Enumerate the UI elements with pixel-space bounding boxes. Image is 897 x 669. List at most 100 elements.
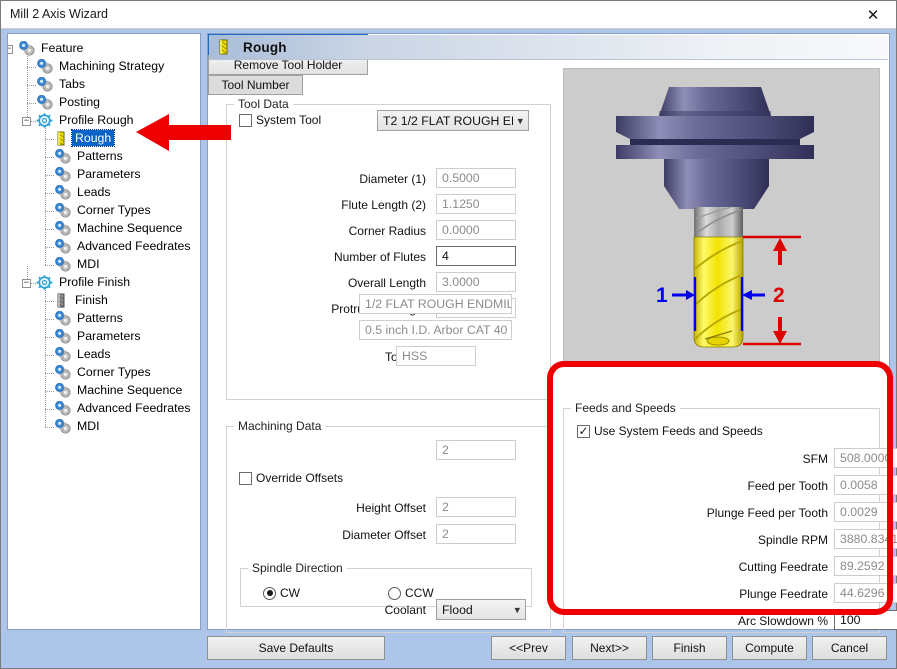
window-title: Mill 2 Axis Wizard bbox=[10, 7, 108, 21]
chevron-down-icon: ▾ bbox=[514, 603, 520, 616]
tool-data-legend: Tool Data bbox=[234, 97, 293, 111]
sfm-field[interactable]: 508.0000 bbox=[834, 448, 897, 468]
arc-slowdown-label: Arc Slowdown % bbox=[737, 614, 828, 628]
gear-blue-icon bbox=[18, 40, 35, 56]
preview-callout-1: 1 bbox=[656, 284, 668, 307]
tool-material-field[interactable]: HSS bbox=[396, 346, 476, 366]
tree-item-leads[interactable]: Leads bbox=[8, 344, 200, 364]
use-system-feeds-checkbox[interactable]: ✓ Use System Feeds and Speeds bbox=[577, 424, 763, 438]
page-title: Rough bbox=[243, 39, 287, 55]
spindle-cw-radio-box[interactable] bbox=[263, 586, 276, 600]
tree-item-corner types[interactable]: Corner Types bbox=[8, 362, 200, 382]
spindle-rpm-field[interactable]: 3880.8341 bbox=[834, 529, 897, 549]
diameter-1-field[interactable]: 0.5000 bbox=[436, 168, 516, 188]
tree-item-label: Profile Finish bbox=[59, 275, 131, 289]
tree-item-machine sequence[interactable]: Machine Sequence bbox=[8, 218, 200, 238]
spindle-ccw-radio-box[interactable] bbox=[388, 586, 401, 600]
dialog-body: − Feature Machining Stra bbox=[1, 29, 897, 668]
tree-item-label: Parameters bbox=[77, 167, 141, 181]
save-defaults-button[interactable]: Save Defaults bbox=[207, 636, 385, 660]
tool-label-field[interactable]: 1/2 FLAT ROUGH ENDMILL - STA bbox=[359, 294, 512, 314]
tree-item-parameters[interactable]: Parameters bbox=[8, 326, 200, 346]
content-header: Rough bbox=[209, 35, 888, 60]
gear-blue-icon bbox=[54, 310, 71, 326]
override-offsets-checkbox[interactable]: Override Offsets bbox=[239, 471, 343, 485]
tree-item-tabs[interactable]: Tabs bbox=[8, 74, 200, 94]
tree-item-machine sequence[interactable]: Machine Sequence bbox=[8, 380, 200, 400]
tree-item-label: Leads bbox=[77, 185, 111, 199]
system-tool-checkbox-box[interactable] bbox=[239, 113, 252, 127]
finish-button[interactable]: Finish bbox=[652, 636, 727, 660]
gear-blue-icon bbox=[54, 202, 71, 218]
sfm-label: SFM bbox=[802, 452, 828, 466]
tree-item-patterns[interactable]: Patterns bbox=[8, 146, 200, 166]
tree-item-posting[interactable]: Posting bbox=[8, 92, 200, 112]
tree-item-label: Machine Sequence bbox=[77, 383, 183, 397]
tree-item-label: Parameters bbox=[77, 329, 141, 343]
system-tool-checkbox[interactable]: System Tool bbox=[239, 113, 321, 127]
gear-blue-icon bbox=[36, 76, 53, 92]
tree-item-mdi[interactable]: MDI bbox=[8, 254, 200, 274]
tree-item-corner types[interactable]: Corner Types bbox=[8, 200, 200, 220]
override-offsets-checkbox-box[interactable] bbox=[239, 471, 252, 485]
cutting-feedrate-field[interactable]: 89.2592 bbox=[834, 556, 897, 576]
spindle-rpm-label: Spindle RPM bbox=[757, 533, 828, 547]
spindle-direction-ccw-radio[interactable]: CCW bbox=[388, 586, 434, 600]
use-system-feeds-checkbox-box[interactable]: ✓ bbox=[577, 424, 590, 438]
compute-button[interactable]: Compute bbox=[732, 636, 807, 660]
flute-length-2-field[interactable]: 1.1250 bbox=[436, 194, 516, 214]
spindle-direction-cw-radio[interactable]: CW bbox=[263, 586, 300, 600]
gear-blue-icon bbox=[54, 166, 71, 182]
tree-item-patterns[interactable]: Patterns bbox=[8, 308, 200, 328]
tree-item-leads[interactable]: Leads bbox=[8, 182, 200, 202]
height-offset-field[interactable]: 2 bbox=[436, 497, 516, 517]
tree-item-parameters[interactable]: Parameters bbox=[8, 164, 200, 184]
tree-item-rough[interactable]: Rough bbox=[8, 128, 200, 148]
tool-select-dropdown[interactable]: T2 1/2 FLAT ROUGH ENDMILl ▾ bbox=[377, 110, 529, 131]
gear-blue-icon bbox=[54, 184, 71, 200]
gear-blue-icon bbox=[36, 58, 53, 74]
gear-blue-icon bbox=[54, 346, 71, 362]
cutting-feedrate-label: Cutting Feedrate bbox=[738, 560, 828, 574]
coolant-label: Coolant bbox=[384, 603, 426, 617]
coolant-dropdown[interactable]: Flood ▾ bbox=[436, 599, 526, 620]
corner-radius-field[interactable]: 0.0000 bbox=[436, 220, 516, 240]
tool-number-button[interactable]: Tool Number bbox=[208, 75, 303, 95]
mill-2-axis-wizard-window: Mill 2 Axis Wizard ✕ − Feature bbox=[0, 0, 897, 669]
tool-holder-preview: 1 2 bbox=[563, 68, 880, 366]
tree-item-profile finish[interactable]: Profile Finish bbox=[8, 272, 200, 292]
tree-item-feature[interactable]: Feature bbox=[8, 38, 200, 58]
content-panel: Rough Tool Crib Remove Tool Holder Tool … bbox=[207, 33, 897, 633]
holder-label-field[interactable]: 0.5 inch I.D. Arbor CAT 40 bbox=[359, 320, 512, 340]
gear-blue-icon bbox=[36, 94, 53, 110]
tool-number-field[interactable]: 2 bbox=[436, 440, 516, 460]
use-system-feeds-label: Use System Feeds and Speeds bbox=[594, 424, 763, 438]
next-button[interactable]: Next>> bbox=[572, 636, 647, 660]
plunge-feed-per-tooth-field[interactable]: 0.0029 bbox=[834, 502, 897, 522]
tree-item-mdi[interactable]: MDI bbox=[8, 416, 200, 436]
tree-item-label: Corner Types bbox=[77, 365, 151, 379]
feed-per-tooth-field[interactable]: 0.0058 bbox=[834, 475, 897, 495]
tree-item-profile rough[interactable]: Profile Rough bbox=[8, 110, 200, 130]
tree-item-advanced feedrates[interactable]: Advanced Feedrates bbox=[8, 398, 200, 418]
spindle-ccw-label: CCW bbox=[405, 586, 434, 600]
machining-data-legend: Machining Data bbox=[234, 419, 326, 433]
overall-length-field[interactable]: 3.0000 bbox=[436, 272, 516, 292]
number-of-flutes-field[interactable]: 4 bbox=[436, 246, 516, 266]
prev-button[interactable]: <<Prev bbox=[491, 636, 566, 660]
cancel-button[interactable]: Cancel bbox=[812, 636, 887, 660]
tree-item-label: Profile Rough bbox=[59, 113, 134, 127]
navigation-tree[interactable]: − Feature Machining Stra bbox=[8, 34, 200, 446]
tree-item-finish[interactable]: Finish bbox=[8, 290, 200, 310]
tree-item-advanced feedrates[interactable]: Advanced Feedrates bbox=[8, 236, 200, 256]
close-icon[interactable]: ✕ bbox=[850, 1, 896, 28]
arc-slowdown-field[interactable]: 100 bbox=[834, 610, 897, 630]
navigation-tree-panel[interactable]: − Feature Machining Stra bbox=[7, 33, 201, 630]
gear-blue-icon bbox=[54, 382, 71, 398]
gear-blue-icon bbox=[54, 256, 71, 272]
plunge-feedrate-field[interactable]: 44.6296 bbox=[834, 583, 897, 603]
tree-item-machining strategy[interactable]: Machining Strategy bbox=[8, 56, 200, 76]
tree-item-label: Feature bbox=[41, 41, 84, 55]
spindle-direction-legend: Spindle Direction bbox=[248, 561, 347, 575]
diameter-offset-field[interactable]: 2 bbox=[436, 524, 516, 544]
